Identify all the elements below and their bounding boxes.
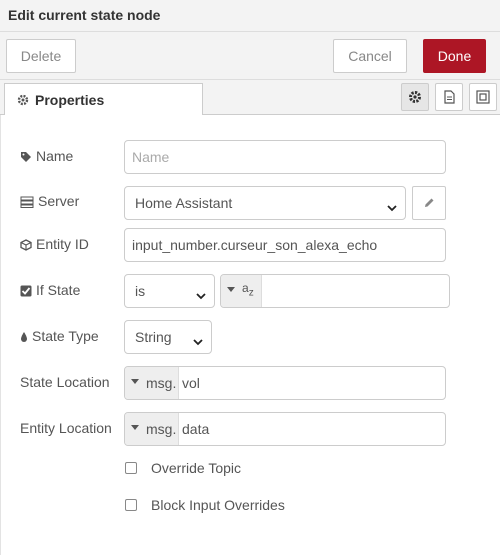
gear-icon bbox=[17, 93, 29, 109]
node-description-button[interactable] bbox=[435, 83, 463, 111]
if-state-value-input[interactable]: az bbox=[220, 274, 450, 308]
tag-icon bbox=[20, 148, 36, 164]
server-label: Server bbox=[38, 193, 80, 209]
chevron-down-icon bbox=[193, 333, 203, 349]
check-square-icon bbox=[20, 282, 36, 298]
server-value: Home Assistant bbox=[135, 195, 233, 211]
edit-server-button[interactable] bbox=[412, 186, 446, 220]
entity-id-input[interactable]: input_number.curseur_son_alexa_echo bbox=[124, 228, 446, 262]
entity-location-prefix: msg. bbox=[146, 421, 177, 437]
block-input-overrides-label[interactable]: Block Input Overrides bbox=[151, 497, 285, 513]
if-state-type-button[interactable]: az bbox=[221, 275, 262, 307]
type-label-sub: z bbox=[248, 287, 254, 299]
dialog-toolbar: Delete Cancel Done bbox=[0, 32, 500, 80]
name-input[interactable]: Name bbox=[124, 140, 446, 174]
tint-icon bbox=[20, 328, 32, 344]
state-type-value: String bbox=[135, 329, 172, 345]
state-type-label-row: State Type bbox=[20, 328, 99, 344]
override-topic-checkbox[interactable] bbox=[125, 462, 137, 474]
override-topic-label[interactable]: Override Topic bbox=[151, 460, 241, 476]
state-location-value: vol bbox=[182, 375, 200, 391]
caret-down-icon bbox=[131, 379, 139, 384]
block-input-overrides-checkbox[interactable] bbox=[125, 499, 137, 511]
server-select[interactable]: Home Assistant bbox=[124, 186, 406, 220]
tab-properties[interactable]: Properties bbox=[4, 83, 203, 115]
server-label-row: Server bbox=[20, 193, 79, 209]
entity-location-input[interactable]: msg. data bbox=[124, 412, 446, 446]
server-icon bbox=[20, 193, 38, 209]
if-state-operator-value: is bbox=[135, 283, 146, 299]
node-properties-button[interactable] bbox=[401, 83, 429, 111]
entity-id-label-row: Entity ID bbox=[20, 236, 89, 252]
chevron-down-icon bbox=[196, 287, 206, 303]
state-location-type-button[interactable]: msg. bbox=[125, 367, 179, 399]
if-state-label: If State bbox=[36, 282, 81, 298]
done-button[interactable]: Done bbox=[423, 39, 486, 73]
tab-properties-label: Properties bbox=[35, 92, 105, 108]
if-state-label-row: If State bbox=[20, 282, 80, 298]
state-type-select[interactable]: String bbox=[124, 320, 212, 354]
type-label-top: a bbox=[242, 281, 249, 295]
entity-location-type-button[interactable]: msg. bbox=[125, 413, 179, 445]
state-location-input[interactable]: msg. vol bbox=[124, 366, 446, 400]
cancel-button[interactable]: Cancel bbox=[333, 39, 407, 73]
caret-down-icon bbox=[227, 287, 235, 292]
entity-location-label: Entity Location bbox=[20, 420, 112, 436]
caret-down-icon bbox=[131, 425, 139, 430]
panel-border bbox=[0, 115, 1, 555]
name-placeholder: Name bbox=[132, 149, 170, 165]
entity-id-value: input_number.curseur_son_alexa_echo bbox=[132, 237, 378, 253]
entity-id-label: Entity ID bbox=[36, 236, 89, 252]
tab-bar: Properties bbox=[0, 80, 500, 115]
node-appearance-button[interactable] bbox=[469, 83, 497, 111]
state-location-label: State Location bbox=[20, 374, 110, 390]
name-label-row: Name bbox=[20, 148, 73, 164]
state-location-prefix: msg. bbox=[146, 375, 177, 391]
delete-button[interactable]: Delete bbox=[6, 39, 76, 73]
state-type-label: State Type bbox=[32, 328, 99, 344]
name-label: Name bbox=[36, 148, 74, 164]
entity-location-value: data bbox=[182, 421, 210, 437]
string-type-icon: az bbox=[242, 281, 254, 298]
if-state-operator-select[interactable]: is bbox=[124, 274, 215, 308]
chevron-down-icon bbox=[387, 199, 397, 215]
dialog-title: Edit current state node bbox=[8, 7, 161, 23]
dialog-titlebar: Edit current state node bbox=[0, 0, 500, 32]
cube-icon bbox=[20, 236, 36, 252]
